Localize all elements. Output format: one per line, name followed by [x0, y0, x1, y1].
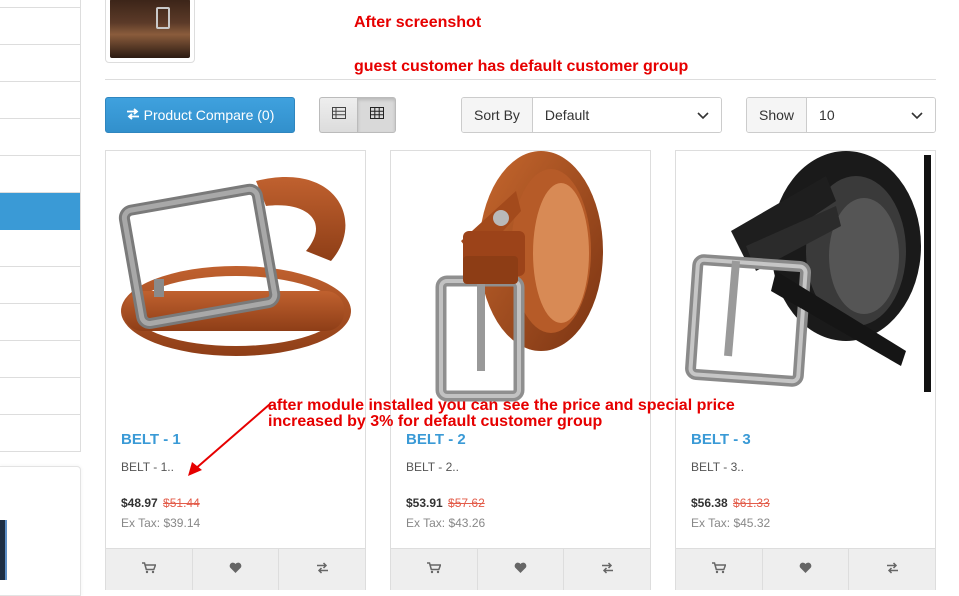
product-description: BELT - 1.. — [121, 460, 174, 474]
category-image — [110, 0, 190, 58]
divider — [105, 79, 936, 80]
sort-by-select[interactable]: Default — [532, 98, 721, 132]
annotation-line-1: after module installed you can see the p… — [268, 397, 735, 414]
list-view-icon — [331, 106, 346, 124]
cart-icon — [426, 561, 442, 579]
add-to-cart-button[interactable] — [106, 549, 193, 590]
product-actions — [106, 548, 365, 590]
sidebar-item[interactable] — [0, 230, 80, 267]
category-thumbnail — [105, 0, 195, 63]
sidebar-product-thumb[interactable] — [0, 520, 7, 580]
compare-icon — [886, 561, 899, 579]
product-image[interactable] — [106, 151, 365, 411]
product-description: BELT - 3.. — [691, 460, 744, 474]
show-limit-group: Show 10 — [746, 97, 936, 133]
cart-icon — [711, 561, 727, 579]
price-old: $61.33 — [733, 496, 770, 510]
sidebar-item[interactable] — [0, 156, 80, 193]
product-description: BELT - 2.. — [406, 460, 459, 474]
product-title[interactable]: BELT - 1 — [121, 431, 181, 448]
show-limit-select[interactable]: 10 — [807, 98, 935, 132]
sidebar-module-box — [0, 466, 81, 596]
add-to-wishlist-button[interactable] — [478, 549, 565, 590]
compare-icon — [601, 561, 614, 579]
product-title[interactable]: BELT - 3 — [691, 431, 751, 448]
sidebar-item[interactable] — [0, 45, 80, 82]
annotation-line-2: increased by 3% for default customer gro… — [268, 413, 603, 430]
compare-icon — [316, 561, 329, 579]
product-compare-button[interactable]: Product Compare (0) — [105, 97, 295, 133]
sort-by-value: Default — [544, 107, 590, 123]
note-guest-group: guest customer has default customer grou… — [354, 58, 689, 75]
chevron-down-icon — [911, 107, 923, 123]
view-toggle — [319, 97, 396, 133]
product-card: BELT - 3 BELT - 3.. $56.38 $61.33 Ex Tax… — [675, 150, 936, 590]
add-to-cart-button[interactable] — [676, 549, 763, 590]
annotation-arrow — [188, 403, 271, 476]
chevron-down-icon — [697, 107, 709, 123]
price-special: $53.91 — [406, 496, 443, 510]
cart-icon — [141, 561, 157, 579]
add-to-cart-button[interactable] — [391, 549, 478, 590]
product-actions — [391, 548, 650, 590]
add-to-compare-button[interactable] — [564, 549, 650, 590]
add-to-wishlist-button[interactable] — [193, 549, 280, 590]
sidebar-item[interactable] — [0, 267, 80, 304]
product-card: BELT - 2 BELT - 2.. $53.91 $57.62 Ex Tax… — [390, 150, 651, 590]
sidebar-item[interactable] — [0, 378, 80, 415]
price-special: $56.38 — [691, 496, 728, 510]
sidebar-item-active[interactable] — [0, 193, 80, 230]
price-ex-tax: Ex Tax: $43.26 — [406, 516, 486, 530]
sidebar-item[interactable] — [0, 0, 80, 8]
sidebar-item[interactable] — [0, 341, 80, 378]
product-actions — [676, 548, 935, 590]
product-price: $48.97 $51.44 — [121, 496, 200, 510]
sidebar-item[interactable] — [0, 119, 80, 156]
image-edge-bar — [924, 155, 931, 392]
grid-view-button[interactable] — [357, 97, 396, 133]
sort-by-group: Sort By Default — [461, 97, 722, 133]
price-ex-tax: Ex Tax: $39.14 — [121, 516, 201, 530]
exchange-icon — [126, 107, 140, 123]
heart-icon — [229, 561, 242, 579]
show-limit-value: 10 — [819, 107, 835, 123]
add-to-compare-button[interactable] — [279, 549, 365, 590]
annotation-text: after module installed you can see the p… — [268, 398, 735, 430]
show-label: Show — [747, 98, 808, 132]
sidebar-item[interactable] — [0, 8, 80, 45]
product-image[interactable] — [391, 151, 650, 411]
list-view-button[interactable] — [319, 97, 357, 133]
product-card: BELT - 1 BELT - 1.. $48.97 $51.44 Ex Tax… — [105, 150, 366, 590]
price-ex-tax: Ex Tax: $45.32 — [691, 516, 771, 530]
sidebar-item[interactable] — [0, 82, 80, 119]
product-price: $56.38 $61.33 — [691, 496, 770, 510]
heart-icon — [799, 561, 812, 579]
sidebar-item[interactable] — [0, 304, 80, 341]
product-title[interactable]: BELT - 2 — [406, 431, 466, 448]
category-sidebar — [0, 0, 81, 452]
add-to-compare-button[interactable] — [849, 549, 935, 590]
grid-view-icon — [369, 106, 384, 124]
add-to-wishlist-button[interactable] — [763, 549, 850, 590]
note-after-screenshot: After screenshot — [354, 14, 482, 31]
product-price: $53.91 $57.62 — [406, 496, 485, 510]
price-old: $57.62 — [448, 496, 485, 510]
price-old: $51.44 — [163, 496, 200, 510]
product-image[interactable] — [676, 151, 935, 411]
heart-icon — [514, 561, 527, 579]
price-special: $48.97 — [121, 496, 158, 510]
sort-by-label: Sort By — [462, 98, 533, 132]
product-compare-label: Product Compare (0) — [143, 107, 275, 123]
